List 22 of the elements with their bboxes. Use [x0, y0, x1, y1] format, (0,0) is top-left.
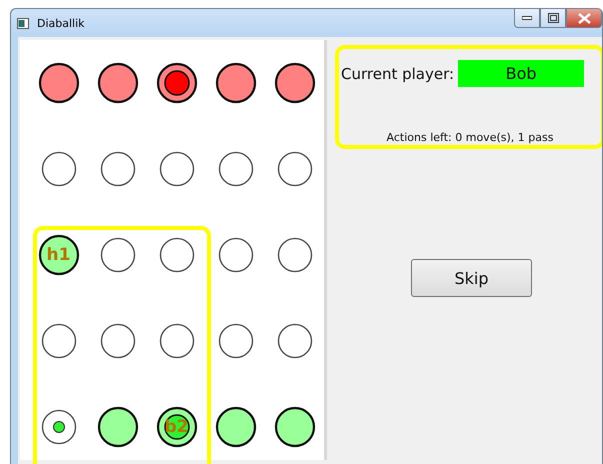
game-piece[interactable]: [97, 406, 138, 448]
game-piece[interactable]: [97, 62, 138, 104]
game-piece[interactable]: [215, 62, 256, 104]
window-title: Diaballik: [37, 16, 86, 30]
close-icon: [578, 12, 590, 24]
actions-text: Actions left: 0 move(s), 1 pass: [386, 131, 554, 144]
game-piece[interactable]: [38, 234, 79, 276]
maximize-button[interactable]: [540, 9, 566, 28]
piece-label: h1: [46, 245, 72, 265]
game-piece[interactable]: [38, 62, 79, 104]
minimize-button[interactable]: [514, 9, 540, 28]
game-piece[interactable]: [274, 62, 315, 104]
skip-button[interactable]: Skip: [411, 259, 532, 297]
maximize-icon: [548, 13, 558, 23]
player-label: Current player:: [341, 64, 454, 82]
close-button[interactable]: [566, 9, 602, 28]
player-name: Bob: [458, 60, 584, 87]
piece-label: b2: [164, 417, 190, 437]
game-piece[interactable]: [274, 406, 315, 448]
game-piece[interactable]: [215, 406, 256, 448]
app-icon: [17, 18, 29, 28]
minimize-icon: [522, 16, 532, 20]
